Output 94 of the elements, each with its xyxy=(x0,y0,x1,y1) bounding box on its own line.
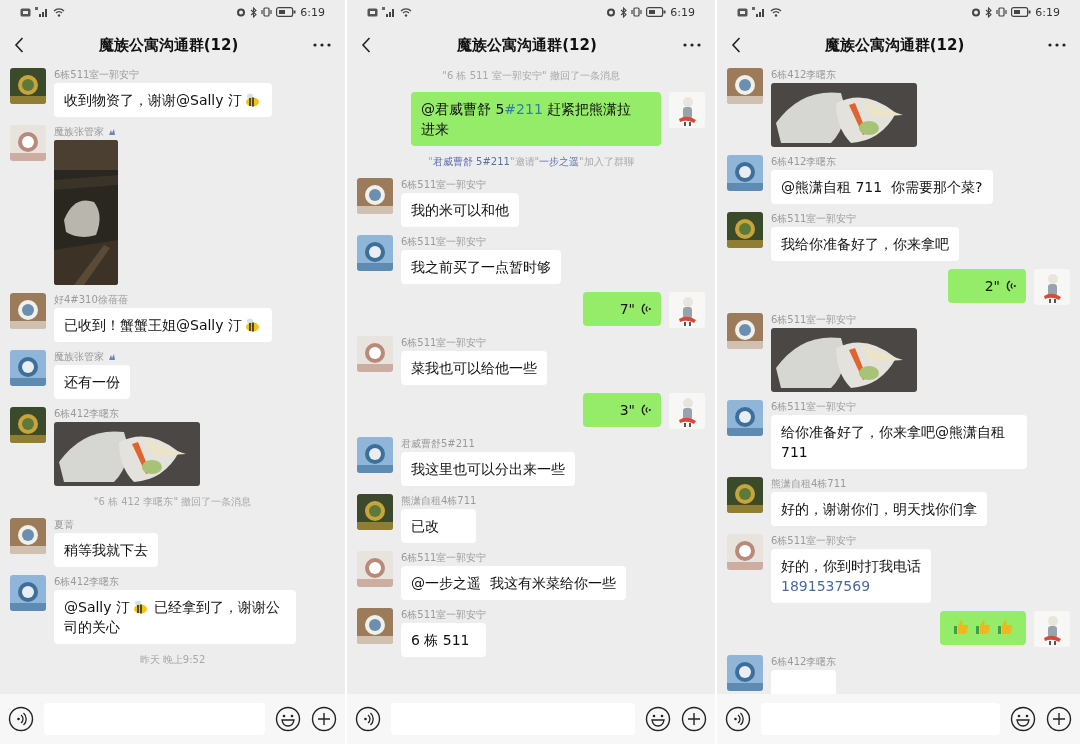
back-icon[interactable] xyxy=(361,37,371,53)
status-time: 6:19 xyxy=(300,5,325,19)
sender-name: 君威曹舒5#211 xyxy=(401,437,475,450)
wifi-icon xyxy=(53,7,65,17)
sender-name: 魔族张管家 xyxy=(54,350,104,363)
vibrate-icon xyxy=(631,7,643,17)
message-text: @君威曹舒 5 xyxy=(421,100,505,119)
voice-icon[interactable] xyxy=(725,706,751,732)
chat-title: 魔族公寓沟通群(12) xyxy=(824,35,965,55)
message-text: 我的米可以和他 xyxy=(411,201,509,220)
message-text: 好的，谢谢你们，明天找你们拿 xyxy=(781,500,977,519)
plus-icon[interactable] xyxy=(311,706,337,732)
more-icon[interactable] xyxy=(313,43,331,47)
system-notice: "邀请" xyxy=(509,156,540,167)
signal-icon xyxy=(752,7,766,17)
bluetooth-icon xyxy=(620,6,628,18)
message-text: 菜我也可以给他一些 xyxy=(411,359,537,378)
emoji-icon[interactable] xyxy=(1010,706,1036,732)
status-time: 6:19 xyxy=(1035,5,1060,19)
message-text: 已改 xyxy=(411,517,439,536)
message-text: 我之前买了一点暂时够 xyxy=(411,258,551,277)
sender-name: 6栋412李曙东 xyxy=(54,407,120,420)
alarm-icon xyxy=(606,7,617,17)
message-text: 收到物资了，谢谢@Sally 汀 xyxy=(64,91,242,110)
message-text: 给你准备好了，你来拿吧@熊潇自租 711 xyxy=(781,423,1006,462)
hd-icon xyxy=(737,7,748,17)
status-time: 6:19 xyxy=(670,5,695,19)
voice-message[interactable]: 2" xyxy=(948,269,1026,303)
more-icon[interactable] xyxy=(683,43,701,47)
bee-icon xyxy=(132,599,148,615)
sender-name: 夏菁 xyxy=(54,518,74,531)
battery-icon xyxy=(646,7,667,17)
member-name: 君威曹舒 5#211 xyxy=(432,156,510,167)
battery-icon xyxy=(1011,7,1032,17)
message-text: 已收到！蟹蟹王姐@Sally 汀 xyxy=(64,316,242,335)
voice-message[interactable]: 3" xyxy=(583,393,661,427)
message-text: 我给你准备好了，你来拿吧 xyxy=(781,235,949,254)
message-text: 我这里也可以分出来一些 xyxy=(411,460,565,479)
bluetooth-icon xyxy=(250,6,258,18)
chat-title: 魔族公寓沟通群(12) xyxy=(457,35,597,55)
message-text: @Sally 汀 xyxy=(64,598,130,617)
emoji-icon[interactable] xyxy=(275,706,301,732)
plus-icon[interactable] xyxy=(1046,706,1072,732)
chat-title: 魔族公寓沟通群(12) xyxy=(98,35,239,55)
sender-name: 6栋412李曙东 xyxy=(771,68,837,81)
sound-wave-icon xyxy=(641,404,651,416)
phone-link[interactable]: 1891537569 xyxy=(781,576,871,596)
sender-name: 6栋412李曙东 xyxy=(54,575,120,588)
voice-icon[interactable] xyxy=(8,706,34,732)
system-notice: " xyxy=(428,156,433,167)
sender-name: 6栋412李曙东 xyxy=(771,155,837,168)
vibrate-icon xyxy=(996,7,1008,17)
sender-name: 好4#310徐蓓蓓 xyxy=(54,293,128,306)
message-text: @一步之遥 我这有米菜给你一些 xyxy=(411,574,616,593)
message-text: 好的，你到时打我电话 xyxy=(781,557,921,576)
message-text: 已经拿到了，谢谢公 xyxy=(153,598,281,617)
system-notice: "加入了群聊 xyxy=(579,156,634,167)
thumbs-up-icon xyxy=(974,618,992,636)
vibrate-icon xyxy=(261,7,273,17)
message-text: 赶紧把熊潇拉 xyxy=(546,100,632,119)
member-name: 一步之遥 xyxy=(539,156,580,167)
back-icon[interactable] xyxy=(14,37,24,53)
message-text: 司的关心 xyxy=(64,618,120,637)
message-text: 进来 xyxy=(421,120,449,139)
message-text: 稍等我就下去 xyxy=(64,541,148,560)
battery-icon xyxy=(276,7,297,17)
sender-name: 魔族张管家 xyxy=(54,125,104,138)
bee-icon xyxy=(244,92,260,108)
message-text: @熊潇自租 711 你需要那个菜? xyxy=(781,178,983,197)
hd-icon xyxy=(367,7,378,17)
bee-icon xyxy=(244,317,260,333)
thumbs-up-icon xyxy=(952,618,970,636)
alarm-icon xyxy=(236,7,247,17)
emoji-icon[interactable] xyxy=(645,706,671,732)
voice-message[interactable]: 7" xyxy=(583,292,661,326)
sound-wave-icon xyxy=(1006,280,1016,292)
wifi-icon xyxy=(400,7,412,17)
sender-name: 熊潇自租4栋711 xyxy=(771,477,847,490)
message-text: 6 栋 511 xyxy=(411,631,470,650)
thumbs-up-icon xyxy=(996,618,1014,636)
hd-icon xyxy=(20,7,31,17)
alarm-icon xyxy=(971,7,982,17)
plus-icon[interactable] xyxy=(681,706,707,732)
back-icon[interactable] xyxy=(731,37,741,53)
signal-icon xyxy=(35,7,49,17)
wifi-icon xyxy=(770,7,782,17)
message-text: 还有一份 xyxy=(64,373,120,392)
sound-wave-icon xyxy=(641,303,651,315)
signal-icon xyxy=(382,7,396,17)
voice-icon[interactable] xyxy=(355,706,381,732)
sender-name: 熊潇自租4栋711 xyxy=(401,494,477,507)
more-icon[interactable] xyxy=(1048,43,1066,47)
bluetooth-icon xyxy=(985,6,993,18)
sender-name: 6栋412李曙东 xyxy=(771,655,837,668)
